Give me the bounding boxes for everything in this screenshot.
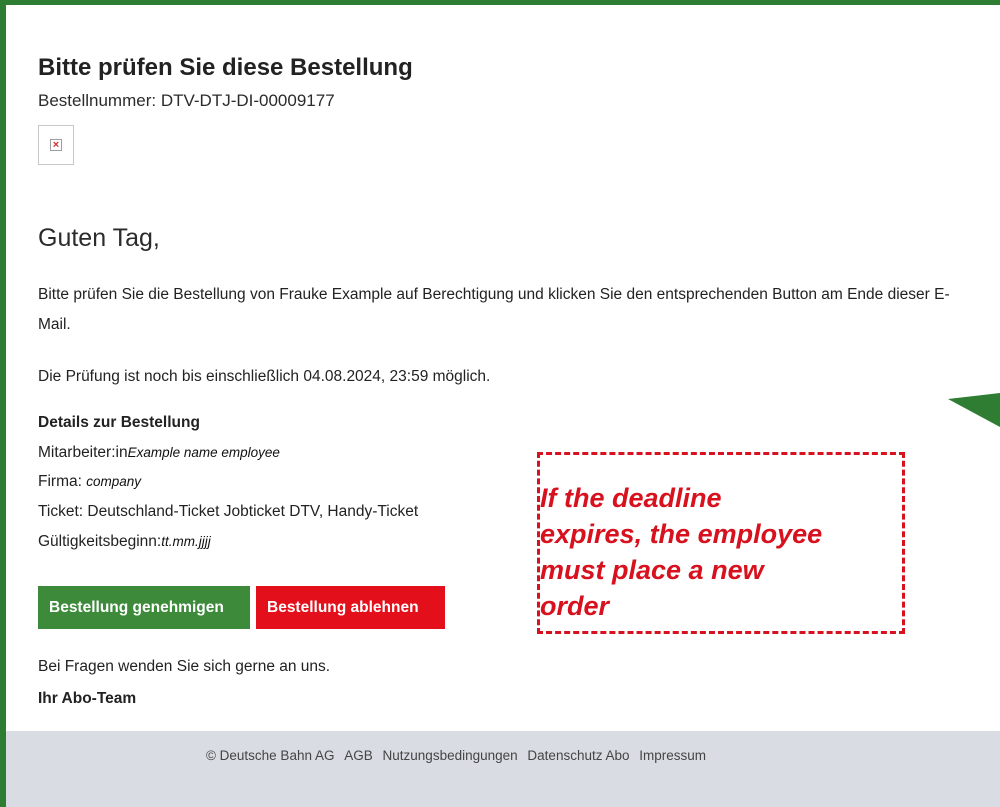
company-value: company xyxy=(86,474,141,489)
signature: Ihr Abo-Team xyxy=(38,690,137,707)
email-title: Bitte prüfen Sie diese Bestellung xyxy=(38,54,413,81)
annotation-arrow-icon xyxy=(948,393,1000,427)
closing-text: Bei Fragen wenden Sie sich gerne an uns. xyxy=(38,658,331,675)
approve-order-button[interactable]: Bestellung genehmigen xyxy=(38,586,250,629)
reject-order-button[interactable]: Bestellung ablehnen xyxy=(256,586,445,629)
detail-company: Firma: company xyxy=(38,473,141,491)
deadline-paragraph: Die Prüfung ist noch bis einschließlich … xyxy=(38,368,491,385)
order-number: Bestellnummer: DTV-DTJ-DI-00009177 xyxy=(38,91,335,110)
company-label: Firma: xyxy=(38,473,87,490)
screenshot-frame xyxy=(0,0,1000,807)
footer-links: © Deutsche Bahn AG AGB Nutzungsbedingung… xyxy=(6,748,906,763)
validity-label: Gültigkeitsbeginn: xyxy=(38,533,162,550)
footer-link-privacy[interactable]: Datenschutz Abo xyxy=(527,748,629,763)
broken-image-icon: × xyxy=(50,139,62,151)
detail-validity: Gültigkeitsbeginn:tt.mm.jjjj xyxy=(38,533,211,551)
footer-link-agb[interactable]: AGB xyxy=(344,748,373,763)
detail-ticket: Ticket: Deutschland-Ticket Jobticket DTV… xyxy=(38,503,419,520)
footer-link-imprint[interactable]: Impressum xyxy=(639,748,706,763)
employee-label: Mitarbeiter:in xyxy=(38,444,128,461)
greeting: Guten Tag, xyxy=(38,224,160,252)
footer-link-terms[interactable]: Nutzungsbedingungen xyxy=(383,748,518,763)
broken-image-placeholder: × xyxy=(38,125,74,165)
validity-value: tt.mm.jjjj xyxy=(161,534,211,549)
details-heading: Details zur Bestellung xyxy=(38,414,200,431)
footer: © Deutsche Bahn AG AGB Nutzungsbedingung… xyxy=(6,731,1000,807)
footer-copyright: © Deutsche Bahn AG xyxy=(205,748,335,763)
employee-value: Example name employee xyxy=(127,445,280,460)
deadline-annotation-text: If the deadline expires, the employee mu… xyxy=(540,483,823,621)
detail-employee: Mitarbeiter:inExample name employee xyxy=(38,444,280,462)
deadline-annotation-box: If the deadline expires, the employee mu… xyxy=(537,452,905,634)
intro-paragraph: Bitte prüfen Sie die Bestellung von Frau… xyxy=(38,286,950,333)
